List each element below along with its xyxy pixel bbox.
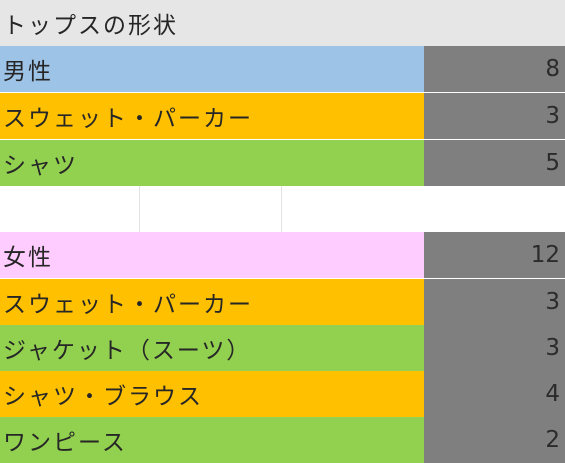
title-cell[interactable]: トップスの形状	[0, 0, 565, 46]
women-row-label[interactable]: ジャケット（スーツ）	[0, 325, 424, 371]
title-row[interactable]: トップスの形状	[0, 0, 565, 46]
men-row-shirt[interactable]: シャツ 5	[0, 140, 565, 186]
women-row-one-piece[interactable]: ワンピース 2	[0, 417, 565, 463]
blank-cell[interactable]	[282, 186, 565, 232]
men-row-label[interactable]: スウェット・パーカー	[0, 93, 424, 139]
women-row-label[interactable]: シャツ・ブラウス	[0, 371, 424, 417]
women-row-label[interactable]: ワンピース	[0, 417, 424, 463]
spreadsheet-table: トップスの形状 男性 8 スウェット・パーカー 3 シャツ 5 女性 12 スウ…	[0, 0, 565, 463]
women-row-value[interactable]: 3	[424, 325, 565, 371]
men-row-sweat-parka[interactable]: スウェット・パーカー 3	[0, 93, 565, 139]
men-header-value[interactable]: 8	[424, 46, 565, 92]
women-row-value[interactable]: 3	[424, 279, 565, 325]
men-row-label[interactable]: シャツ	[0, 140, 424, 186]
women-row-value[interactable]: 4	[424, 371, 565, 417]
women-header-value[interactable]: 12	[424, 232, 565, 278]
women-row-jacket[interactable]: ジャケット（スーツ） 3	[0, 325, 565, 371]
women-header-row[interactable]: 女性 12	[0, 232, 565, 278]
men-header-row[interactable]: 男性 8	[0, 46, 565, 92]
women-row-shirt-blouse[interactable]: シャツ・ブラウス 4	[0, 371, 565, 417]
women-row-sweat-parka[interactable]: スウェット・パーカー 3	[0, 279, 565, 325]
blank-cell[interactable]	[140, 186, 282, 232]
blank-row[interactable]	[0, 186, 565, 232]
men-row-value[interactable]: 5	[424, 140, 565, 186]
men-header-label[interactable]: 男性	[0, 46, 424, 92]
men-row-value[interactable]: 3	[424, 93, 565, 139]
women-row-value[interactable]: 2	[424, 417, 565, 463]
women-row-label[interactable]: スウェット・パーカー	[0, 279, 424, 325]
women-header-label[interactable]: 女性	[0, 232, 424, 278]
blank-cell[interactable]	[0, 186, 140, 232]
